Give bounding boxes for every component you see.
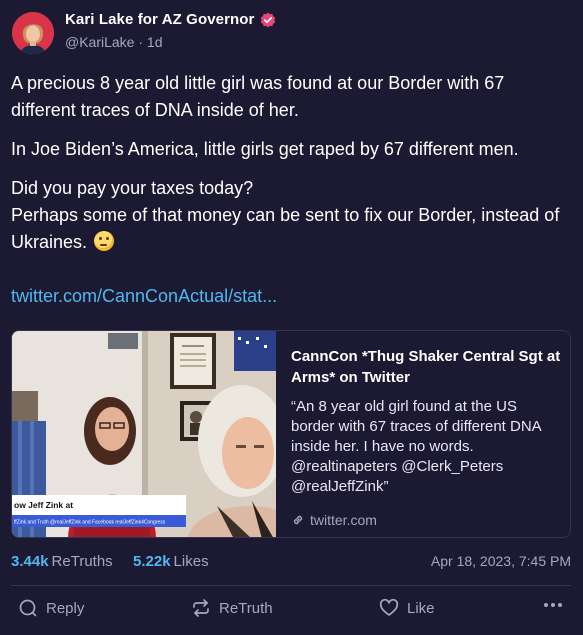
post-actions: Reply ReTruth Like: [0, 598, 583, 626]
reply-label: Reply: [46, 599, 85, 617]
link-preview-card[interactable]: ow Jeff Zink at ffZink and Truth @realJe…: [11, 330, 571, 538]
author-name-row: Kari Lake for AZ Governor: [65, 11, 276, 28]
truth-post: Kari Lake for AZ Governor @KariLake · 1d…: [0, 0, 583, 635]
retruths-label: ReTruths: [51, 553, 113, 570]
verified-badge-icon: [260, 12, 276, 28]
author-meta: @KariLake · 1d: [65, 34, 163, 50]
post-link[interactable]: twitter.com/CannConActual/stat...: [11, 286, 277, 307]
post-timestamp[interactable]: Apr 18, 2023, 7:45 PM: [431, 553, 571, 569]
like-label: Like: [407, 599, 435, 617]
likes-count: 5.22k: [133, 553, 171, 570]
card-image-caption-line2: ffZink and Truth @realJeffZink and Faceb…: [14, 520, 166, 526]
post-body: A precious 8 year old little girl was fo…: [11, 70, 571, 256]
meta-separator: ·: [138, 34, 144, 50]
retruths-stat[interactable]: 3.44k ReTruths: [11, 553, 113, 570]
card-description: “An 8 year old girl found at the US bord…: [291, 398, 541, 495]
likes-label: Likes: [173, 553, 209, 570]
author-display-name[interactable]: Kari Lake for AZ Governor: [65, 11, 255, 28]
author-handle[interactable]: @KariLake: [65, 34, 134, 50]
post-paragraph: In Joe Biden’s America, little girls get…: [11, 139, 519, 159]
post-paragraph: A precious 8 year old little girl was fo…: [11, 73, 505, 120]
reply-bubble-icon: [19, 599, 37, 617]
like-button[interactable]: Like: [379, 598, 435, 618]
avatar[interactable]: [12, 12, 54, 54]
card-domain-text: twitter.com: [310, 512, 377, 528]
likes-stat[interactable]: 5.22k Likes: [133, 553, 209, 570]
retruth-arrows-icon: [193, 599, 209, 617]
heart-icon: [379, 598, 399, 616]
card-text: CannCon *Thug Shaker Central Sgt at Arms…: [291, 346, 561, 528]
post-paragraph: Did you pay your taxes today?: [11, 178, 254, 198]
post-paragraph: Perhaps some of that money can be sent t…: [11, 205, 560, 252]
reply-button[interactable]: Reply: [18, 598, 84, 618]
divider: [11, 585, 571, 586]
post-header: Kari Lake for AZ Governor @KariLake · 1d: [12, 10, 572, 54]
ellipsis-icon: [544, 603, 562, 607]
post-stats: 3.44k ReTruths 5.22k Likes Apr 18, 2023, 7…: [11, 553, 571, 573]
retruths-count: 3.44k: [11, 553, 49, 570]
card-domain: twitter.com: [291, 512, 561, 528]
card-title: CannCon *Thug Shaker Central Sgt at Arms…: [291, 348, 561, 386]
retruth-button[interactable]: ReTruth: [191, 598, 273, 618]
card-thumbnail-image: ow Jeff Zink at ffZink and Truth @realJe…: [12, 331, 276, 537]
thinking-face-emoji-icon: [94, 231, 115, 251]
link-chain-icon: [291, 513, 305, 527]
more-options-button[interactable]: [543, 602, 563, 608]
post-paragraph-with-emoji: Perhaps some of that money can be sent t…: [11, 202, 571, 256]
retruth-label: ReTruth: [219, 599, 273, 617]
card-image-caption-line1: ow Jeff Zink at: [14, 500, 73, 510]
post-age: 1d: [146, 34, 163, 50]
